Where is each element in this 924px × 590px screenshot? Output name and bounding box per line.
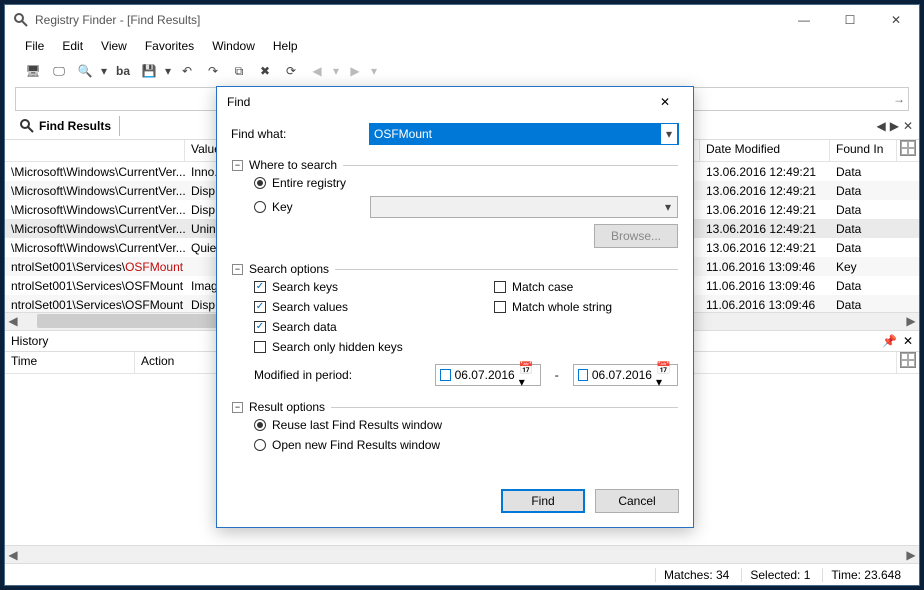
find-what-label: Find what: <box>231 127 361 141</box>
status-matches: Matches: 34 <box>655 568 737 582</box>
menu-window[interactable]: Window <box>212 39 255 53</box>
history-grid-icon[interactable] <box>897 352 919 373</box>
calendar-icon[interactable]: 📅▾ <box>656 361 673 389</box>
tool-replace-icon[interactable]: ba <box>111 59 135 83</box>
tool-save-dropdown[interactable]: ▾ <box>163 59 173 83</box>
app-icon <box>13 12 29 28</box>
collapse-where-icon[interactable]: − <box>232 160 243 171</box>
check-search-values[interactable]: Search values <box>254 300 454 314</box>
radio-entire-registry[interactable]: Entire registry <box>254 176 678 190</box>
radio-new-window[interactable]: Open new Find Results window <box>254 438 678 452</box>
tool-computer-icon[interactable]: 🖥 <box>21 59 45 83</box>
tool-undo-icon[interactable]: ↶ <box>175 59 199 83</box>
key-combo[interactable]: ▾ <box>370 196 678 218</box>
group-where-label: Where to search <box>249 158 337 172</box>
scroll-right-icon[interactable]: ▶ <box>903 548 919 562</box>
check-search-data[interactable]: Search data <box>254 320 454 334</box>
tool-fwd-icon[interactable]: ▶ <box>343 59 367 83</box>
scroll-left-icon[interactable]: ◀ <box>5 314 21 328</box>
chevron-down-icon[interactable]: ▾ <box>660 197 676 217</box>
tool-monitor-icon[interactable]: 🖵 <box>47 59 71 83</box>
col-found[interactable]: Found In <box>830 140 897 161</box>
menu-file[interactable]: File <box>25 39 44 53</box>
tool-copy-icon[interactable]: ⧉ <box>227 59 251 83</box>
go-arrow-icon[interactable]: → <box>890 92 908 106</box>
radio-key[interactable]: Key <box>254 200 362 214</box>
cancel-button[interactable]: Cancel <box>595 489 679 513</box>
chevron-down-icon[interactable]: ▾ <box>661 124 677 144</box>
tool-search-icon[interactable]: 🔍 <box>73 59 97 83</box>
grid-view-icon[interactable] <box>897 140 919 161</box>
date-to[interactable]: 06.07.2016📅▾ <box>573 364 678 386</box>
close-button[interactable]: ✕ <box>873 5 919 35</box>
tool-save-icon[interactable]: 💾 <box>137 59 161 83</box>
tab-close-icon[interactable]: ✕ <box>903 119 913 133</box>
history-col-time[interactable]: Time <box>5 352 135 373</box>
tool-back-dropdown[interactable]: ▾ <box>331 59 341 83</box>
date-from[interactable]: 06.07.2016📅▾ <box>435 364 540 386</box>
col-name-blank[interactable] <box>5 140 185 161</box>
check-hidden-keys[interactable]: Search only hidden keys <box>254 340 454 354</box>
find-dialog: Find ✕ Find what: ▾ − Where to search En… <box>216 86 694 528</box>
check-whole-string[interactable]: Match whole string <box>494 300 612 314</box>
tool-redo-icon[interactable]: ↷ <box>201 59 225 83</box>
tool-back-icon[interactable]: ◀ <box>305 59 329 83</box>
minimize-button[interactable]: — <box>781 5 827 35</box>
tab-prev-icon[interactable]: ◀ <box>876 119 885 133</box>
browse-button[interactable]: Browse... <box>594 224 678 248</box>
find-what-input[interactable] <box>374 127 659 141</box>
menu-help[interactable]: Help <box>273 39 298 53</box>
group-result-label: Result options <box>249 400 325 414</box>
status-time: Time: 23.648 <box>822 568 909 582</box>
menu-view[interactable]: View <box>101 39 127 53</box>
radio-reuse-window[interactable]: Reuse last Find Results window <box>254 418 678 432</box>
menu-edit[interactable]: Edit <box>62 39 83 53</box>
collapse-options-icon[interactable]: − <box>232 264 243 275</box>
dialog-close-button[interactable]: ✕ <box>647 87 683 117</box>
history-close-icon[interactable]: ✕ <box>903 334 913 348</box>
bottom-hscroll[interactable]: ◀ ▶ <box>5 545 919 563</box>
check-match-case[interactable]: Match case <box>494 280 612 294</box>
scroll-right-icon[interactable]: ▶ <box>903 314 919 328</box>
find-button[interactable]: Find <box>501 489 585 513</box>
scroll-left-icon[interactable]: ◀ <box>5 548 21 562</box>
calendar-icon[interactable]: 📅▾ <box>519 361 536 389</box>
check-search-keys[interactable]: Search keys <box>254 280 454 294</box>
modified-period-label: Modified in period: <box>254 368 427 382</box>
tool-search-dropdown[interactable]: ▾ <box>99 59 109 83</box>
collapse-result-icon[interactable]: − <box>232 402 243 413</box>
search-icon <box>19 118 35 134</box>
find-what-combo[interactable]: ▾ <box>369 123 679 145</box>
group-options-label: Search options <box>249 262 329 276</box>
menubar: File Edit View Favorites Window Help <box>5 35 919 57</box>
toolbar: 🖥 🖵 🔍 ▾ ba 💾 ▾ ↶ ↷ ⧉ ✖ ⟳ ◀ ▾ ▶ ▾ <box>5 57 919 85</box>
tab-next-icon[interactable]: ▶ <box>890 119 899 133</box>
tool-fwd-dropdown[interactable]: ▾ <box>369 59 379 83</box>
window-title: Registry Finder - [Find Results] <box>35 13 781 27</box>
col-date[interactable]: Date Modified <box>700 140 830 161</box>
titlebar: Registry Finder - [Find Results] — ☐ ✕ <box>5 5 919 35</box>
dialog-title: Find <box>227 95 647 109</box>
tool-refresh-icon[interactable]: ⟳ <box>279 59 303 83</box>
menu-favorites[interactable]: Favorites <box>145 39 194 53</box>
pin-icon[interactable]: 📌 <box>882 334 897 348</box>
tab-label: Find Results <box>39 119 111 133</box>
tab-find-results[interactable]: Find Results <box>11 116 120 136</box>
maximize-button[interactable]: ☐ <box>827 5 873 35</box>
tool-delete-icon[interactable]: ✖ <box>253 59 277 83</box>
dialog-titlebar: Find ✕ <box>217 87 693 117</box>
statusbar: Matches: 34 Selected: 1 Time: 23.648 <box>5 563 919 585</box>
status-selected: Selected: 1 <box>741 568 818 582</box>
history-title: History <box>11 334 48 348</box>
